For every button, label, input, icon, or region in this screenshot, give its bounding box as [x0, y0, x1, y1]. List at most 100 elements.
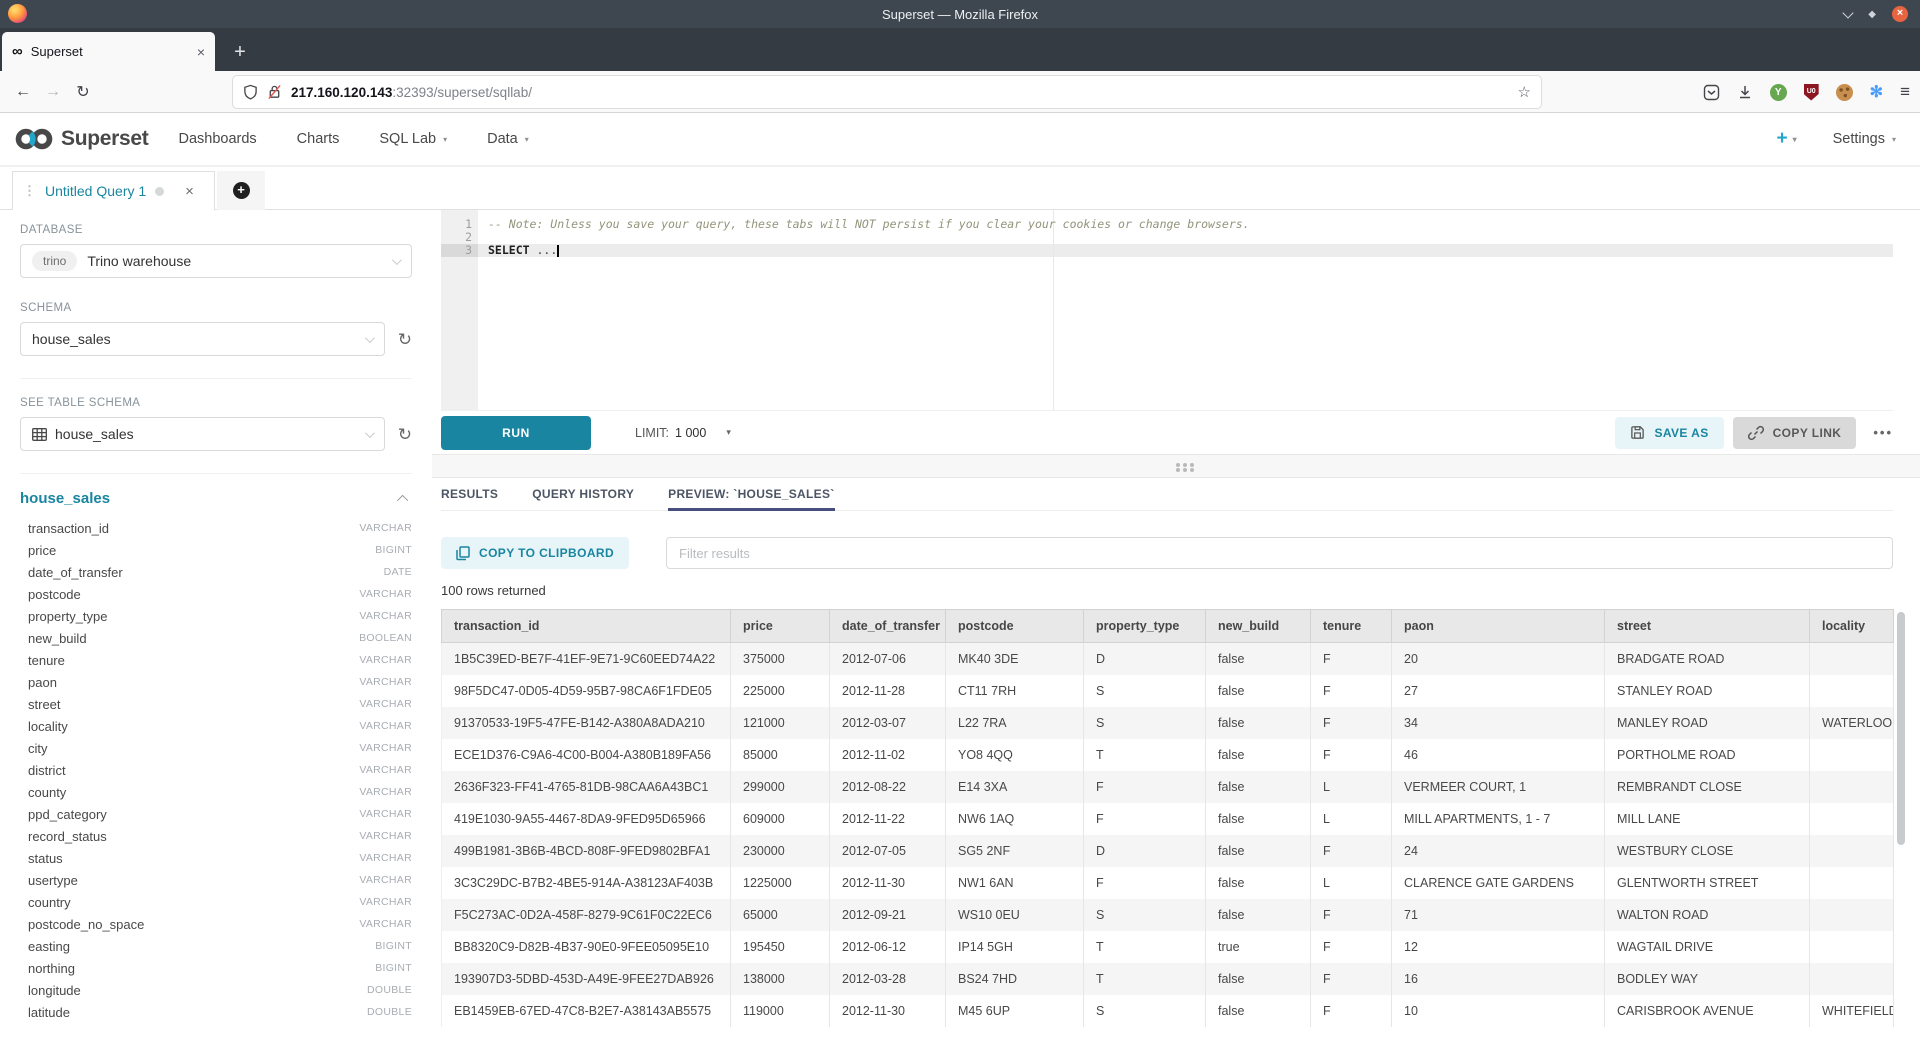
- more-options-icon[interactable]: •••: [1873, 425, 1893, 440]
- cell-transaction-id: 2636F323-FF41-4765-81DB-98CAA6A43BC1: [442, 771, 731, 803]
- forward-icon[interactable]: →: [38, 83, 68, 101]
- column-header[interactable]: date_of_transfer: [830, 610, 946, 643]
- link-icon: [1748, 425, 1764, 441]
- column-header[interactable]: new_build: [1206, 610, 1311, 643]
- table-grid-icon: [32, 428, 47, 441]
- cell-paon: 20: [1392, 643, 1605, 675]
- column-header[interactable]: locality: [1810, 610, 1894, 643]
- column-row: district VARCHAR: [20, 759, 412, 781]
- query-tab-close-icon[interactable]: ×: [185, 183, 194, 200]
- drag-grip-icon[interactable]: ⋮: [23, 183, 36, 199]
- results-pane: RESULTS QUERY HISTORY PREVIEW: `HOUSE_SA…: [432, 478, 1920, 1027]
- tracking-shield-icon[interactable]: [243, 84, 258, 100]
- vertical-scrollbar[interactable]: [1897, 612, 1905, 845]
- cell-property-type: F: [1084, 771, 1206, 803]
- column-header[interactable]: tenure: [1311, 610, 1392, 643]
- asterisk-extension-icon[interactable]: ✻: [1870, 82, 1883, 102]
- cell-postcode: MK40 3DE: [946, 643, 1084, 675]
- tab-close-icon[interactable]: ×: [197, 44, 205, 60]
- table-title[interactable]: house_sales: [20, 490, 110, 507]
- table-select[interactable]: house_sales: [20, 417, 385, 451]
- nav-sql-lab[interactable]: SQL Lab▾: [379, 131, 447, 147]
- tab-preview[interactable]: PREVIEW: `HOUSE_SALES`: [668, 478, 834, 510]
- hamburger-menu-icon[interactable]: ≡: [1900, 82, 1910, 102]
- column-name: new_build: [28, 631, 87, 646]
- column-header[interactable]: paon: [1392, 610, 1605, 643]
- database-select-value: Trino warehouse: [87, 253, 191, 269]
- tab-query-history[interactable]: QUERY HISTORY: [532, 478, 634, 510]
- schema-select[interactable]: house_sales: [20, 322, 385, 356]
- copy-icon: [456, 546, 470, 561]
- column-row: price BIGINT: [20, 539, 412, 561]
- column-header[interactable]: postcode: [946, 610, 1084, 643]
- cell-property-type: T: [1084, 963, 1206, 995]
- caret-down-icon: ▾: [1793, 135, 1797, 144]
- pane-divider[interactable]: [432, 454, 1920, 478]
- column-name: postcode_no_space: [28, 917, 144, 932]
- column-row: street VARCHAR: [20, 693, 412, 715]
- copy-to-clipboard-button[interactable]: COPY TO CLIPBOARD: [441, 537, 629, 569]
- column-type: VARCHAR: [359, 588, 412, 600]
- insecure-lock-icon[interactable]: [267, 84, 282, 100]
- pocket-icon[interactable]: [1703, 84, 1720, 101]
- browser-tab[interactable]: ∞ Superset ×: [2, 32, 215, 71]
- back-icon[interactable]: ←: [8, 83, 38, 101]
- cell-date-of-transfer: 2012-11-02: [830, 739, 946, 771]
- column-header[interactable]: street: [1605, 610, 1810, 643]
- window-close-icon[interactable]: ×: [1892, 6, 1908, 22]
- column-row: postcode_no_space VARCHAR: [20, 913, 412, 935]
- nav-data[interactable]: Data▾: [487, 131, 529, 147]
- column-header[interactable]: price: [731, 610, 830, 643]
- browser-toolbar: ← → ↻ 217.160.120.143:32393/superset/sql…: [0, 71, 1920, 113]
- column-row: easting BIGINT: [20, 935, 412, 957]
- add-new-button[interactable]: +▾: [1776, 128, 1796, 150]
- editor-code-area[interactable]: -- Note: Unless you save your query, the…: [478, 210, 1893, 410]
- results-tab-bar: RESULTS QUERY HISTORY PREVIEW: `HOUSE_SA…: [441, 478, 1893, 511]
- nav-dashboards[interactable]: Dashboards: [178, 131, 256, 147]
- ublock-shield-icon[interactable]: U0: [1804, 84, 1819, 101]
- reload-icon[interactable]: ↻: [68, 82, 98, 102]
- column-type: VARCHAR: [359, 786, 412, 798]
- browser-tabstrip: ∞ Superset × +: [0, 28, 1920, 71]
- column-type: VARCHAR: [359, 610, 412, 622]
- column-type: VARCHAR: [359, 830, 412, 842]
- drag-handle-icon[interactable]: [1176, 463, 1180, 467]
- downloads-icon[interactable]: [1737, 84, 1753, 100]
- filter-results-input[interactable]: [666, 537, 1893, 569]
- database-select[interactable]: trino Trino warehouse: [20, 244, 412, 278]
- cell-locality: [1810, 835, 1894, 867]
- add-query-tab-button[interactable]: +: [217, 171, 265, 210]
- copy-link-button[interactable]: COPY LINK: [1733, 417, 1857, 449]
- refresh-table-icon[interactable]: ↻: [398, 426, 412, 443]
- column-header[interactable]: transaction_id: [442, 610, 731, 643]
- nav-charts[interactable]: Charts: [297, 131, 340, 147]
- column-name: northing: [28, 961, 75, 976]
- column-type: DOUBLE: [367, 984, 412, 996]
- column-type: VARCHAR: [359, 676, 412, 688]
- new-tab-button[interactable]: +: [223, 35, 257, 69]
- limit-dropdown[interactable]: LIMIT: 1 000 ▾: [635, 426, 731, 440]
- column-type: BIGINT: [375, 544, 412, 556]
- bookmark-star-icon[interactable]: ☆: [1518, 83, 1531, 101]
- cell-locality: [1810, 675, 1894, 707]
- query-tab[interactable]: ⋮ Untitled Query 1 ×: [12, 171, 215, 210]
- collapse-chevron-up-icon[interactable]: [397, 494, 408, 505]
- url-text[interactable]: 217.160.120.143:32393/superset/sqllab/: [291, 85, 1509, 100]
- cookie-extension-icon[interactable]: [1836, 84, 1853, 101]
- cell-date-of-transfer: 2012-03-28: [830, 963, 946, 995]
- url-bar[interactable]: 217.160.120.143:32393/superset/sqllab/ ☆: [233, 76, 1541, 108]
- cell-date-of-transfer: 2012-11-22: [830, 803, 946, 835]
- column-header[interactable]: property_type: [1084, 610, 1206, 643]
- run-button[interactable]: RUN: [441, 416, 591, 450]
- tab-results[interactable]: RESULTS: [441, 478, 498, 510]
- refresh-schema-icon[interactable]: ↻: [398, 331, 412, 348]
- save-as-button[interactable]: SAVE AS: [1615, 417, 1723, 449]
- browser-tab-title: Superset: [31, 44, 189, 59]
- privacy-extension-icon[interactable]: Y: [1770, 84, 1787, 101]
- sql-editor[interactable]: 1 2 3 -- Note: Unless you save your quer…: [441, 210, 1893, 410]
- window-chevron-icon[interactable]: [1843, 7, 1854, 18]
- cell-transaction-id: 1B5C39ED-BE7F-41EF-9E71-9C60EED74A22: [442, 643, 731, 675]
- window-diamond-icon[interactable]: ◆: [1868, 9, 1876, 20]
- superset-logo[interactable]: Superset: [14, 126, 148, 152]
- settings-menu[interactable]: Settings▾: [1833, 131, 1896, 147]
